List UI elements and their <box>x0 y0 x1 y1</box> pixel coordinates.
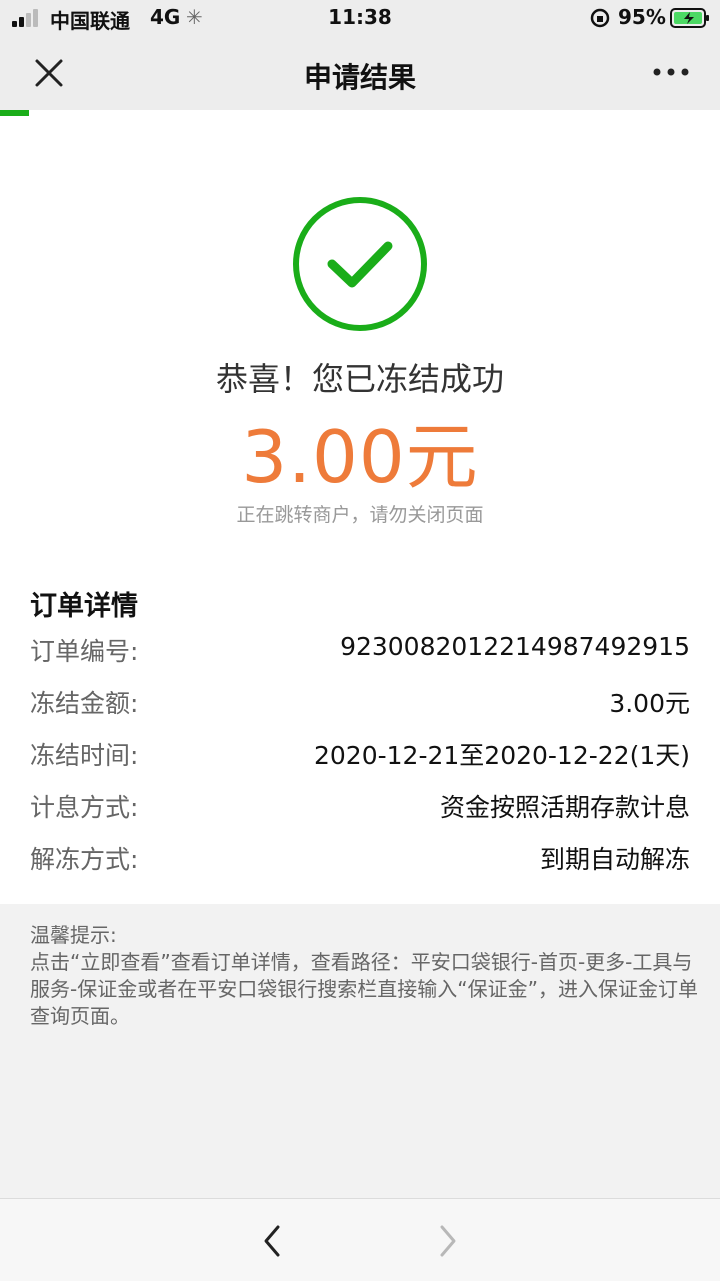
order-details-heading: 订单详情 <box>30 591 138 622</box>
browser-toolbar <box>0 1198 720 1281</box>
battery-percent: 95% <box>618 5 666 29</box>
battery-icon <box>670 8 709 28</box>
detail-label: 冻结时间: <box>30 741 139 770</box>
order-number-row: 订单编号: 92300820122149874929​15 <box>30 632 690 672</box>
redirect-notice: 正在跳转商户，请勿关闭页面 <box>236 504 484 526</box>
freeze-amount-value: 3.00元 <box>609 689 690 718</box>
detail-label: 订单编号: <box>30 637 139 666</box>
detail-label: 冻结金额: <box>30 689 139 718</box>
result-panel: 恭喜！您已冻结成功 3.00元 正在跳转商户，请勿关闭页面 订单详情 订单编号:… <box>0 116 720 904</box>
frozen-amount: 3.00元 <box>241 415 479 499</box>
page-title: 申请结果 <box>303 61 416 94</box>
freeze-amount-row: 冻结金额: 3.00元 <box>30 684 690 724</box>
order-number-value: 92300820122149874929​15 <box>340 632 690 661</box>
detail-label: 解冻方式: <box>30 845 139 874</box>
detail-label: 计息方式: <box>30 793 139 822</box>
freeze-period-row: 冻结时间: 2020-12-21至2020-12-22(1天) <box>30 736 690 776</box>
interest-method-value: 资金按照活期存款计息 <box>439 793 690 822</box>
interest-method-row: 计息方式: 资金按照活期存款计息 <box>30 788 690 828</box>
rotation-lock-icon <box>590 8 610 28</box>
success-check-icon <box>293 197 427 331</box>
status-bar: 中国联通 4G ✳ 11:38 95% <box>0 0 720 36</box>
tips-section: 温馨提示: 点击“立即查看”查看订单详情，查看路径：平安口袋银行-首页-更多-工… <box>30 922 700 1030</box>
forward-arrow-icon <box>440 1225 456 1257</box>
nav-bar: 申请结果 <box>0 36 720 110</box>
unfreeze-method-value: 到期自动解冻 <box>539 845 690 874</box>
back-arrow-icon[interactable] <box>256 1221 288 1261</box>
success-message: 恭喜！您已冻结成功 <box>215 360 504 398</box>
tips-body: 点击“立即查看”查看订单详情，查看路径：平安口袋银行-首页-更多-工具与服务-保… <box>30 950 698 1028</box>
status-time: 11:38 <box>328 5 392 29</box>
tips-heading: 温馨提示: <box>30 923 117 947</box>
more-options-icon[interactable] <box>648 56 694 88</box>
freeze-period-value: 2020-12-21至2020-12-22(1天) <box>314 741 690 770</box>
unfreeze-method-row: 解冻方式: 到期自动解冻 <box>30 840 690 880</box>
